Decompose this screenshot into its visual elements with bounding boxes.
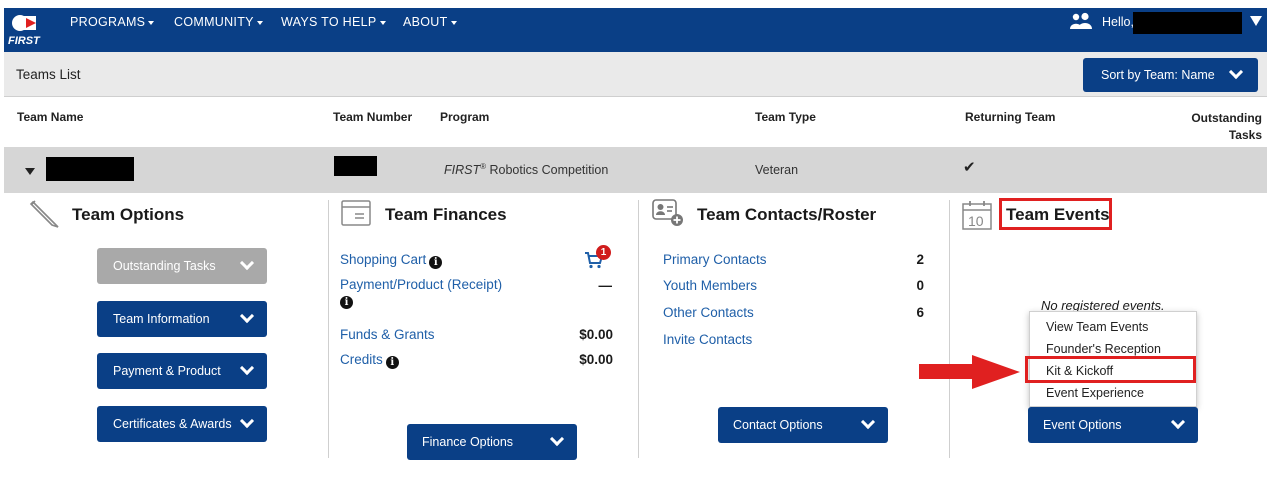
contact-card-icon bbox=[652, 199, 683, 226]
red-arrow-shaft bbox=[919, 364, 974, 379]
payment-receipt-label: Payment/Product (Receipt) bbox=[340, 277, 503, 292]
user-menu-caret-icon[interactable] bbox=[1250, 16, 1262, 26]
chevron-down-icon bbox=[239, 360, 255, 376]
team-information-button[interactable]: Team Information bbox=[97, 301, 267, 337]
info-icon[interactable]: i bbox=[340, 296, 353, 309]
payment-receipt-link[interactable]: Payment/Product (Receipt) i bbox=[340, 277, 540, 309]
primary-contacts-count: 2 bbox=[916, 252, 924, 267]
nav-ways-to-help[interactable]: WAYS TO HELP bbox=[281, 15, 386, 29]
users-icon bbox=[1070, 12, 1092, 29]
credits-link[interactable]: Credits i bbox=[340, 352, 399, 369]
caret-down-icon bbox=[450, 20, 457, 25]
funds-grants-link[interactable]: Funds & Grants bbox=[340, 327, 435, 342]
col-outstanding-line1: Outstanding bbox=[1191, 111, 1262, 125]
caret-down-icon bbox=[256, 20, 263, 25]
youth-members-link[interactable]: Youth Members bbox=[663, 278, 757, 293]
chevron-down-icon bbox=[239, 413, 255, 429]
teams-list-title: Teams List bbox=[16, 67, 81, 82]
shopping-cart-link[interactable]: Shopping Cart i bbox=[340, 252, 443, 269]
team-options-title: Team Options bbox=[72, 205, 185, 224]
credits-value: $0.00 bbox=[579, 352, 613, 367]
redacted-team-name bbox=[46, 157, 134, 181]
certificates-awards-button[interactable]: Certificates & Awards bbox=[97, 406, 267, 442]
event-options-button[interactable]: Event Options bbox=[1028, 407, 1198, 443]
returning-check-icon: ✔ bbox=[963, 159, 976, 176]
program-first: FIRST bbox=[444, 163, 481, 178]
redacted-username bbox=[1133, 12, 1242, 34]
payment-product-label: Payment & Product bbox=[113, 364, 221, 378]
team-information-label: Team Information bbox=[113, 312, 210, 326]
program-name-rest: Robotics Competition bbox=[486, 163, 609, 178]
receipt-icon bbox=[341, 200, 371, 226]
kit-kickoff-highlight-box bbox=[1025, 356, 1196, 383]
chevron-down-icon bbox=[239, 255, 255, 271]
credits-label: Credits bbox=[340, 352, 383, 367]
event-options-label: Event Options bbox=[1043, 418, 1122, 432]
team-type: Veteran bbox=[755, 163, 799, 177]
nav-about-label: ABOUT bbox=[403, 15, 448, 29]
primary-contacts-link[interactable]: Primary Contacts bbox=[663, 252, 767, 267]
payment-product-button[interactable]: Payment & Product bbox=[97, 353, 267, 389]
chevron-down-icon bbox=[1228, 64, 1244, 80]
nav-ways-to-help-label: WAYS TO HELP bbox=[281, 15, 377, 29]
cart-badge: 1 bbox=[596, 245, 611, 260]
menu-item-founders-reception[interactable]: Founder's Reception bbox=[1046, 342, 1161, 356]
payment-value: — bbox=[598, 278, 613, 293]
certificates-awards-label: Certificates & Awards bbox=[113, 417, 232, 431]
chevron-down-icon bbox=[549, 431, 565, 447]
panel-divider bbox=[328, 200, 329, 458]
sort-button-label: Sort by Team: Name bbox=[1101, 68, 1215, 82]
funds-grants-value: $0.00 bbox=[579, 327, 613, 342]
chevron-down-icon bbox=[239, 308, 255, 324]
brand-text: FIRST bbox=[8, 35, 41, 47]
calendar-icon: 10 bbox=[962, 201, 992, 230]
nav-community[interactable]: COMMUNITY bbox=[174, 15, 263, 29]
contact-options-label: Contact Options bbox=[733, 418, 823, 432]
highlight-box bbox=[999, 198, 1112, 230]
col-outstanding-line2: Tasks bbox=[1228, 128, 1262, 142]
nav-community-label: COMMUNITY bbox=[174, 15, 254, 29]
col-returning-team[interactable]: Returning Team bbox=[965, 110, 1055, 124]
info-icon[interactable]: i bbox=[429, 256, 443, 269]
menu-item-event-experience[interactable]: Event Experience bbox=[1046, 386, 1144, 400]
expand-triangle-icon[interactable] bbox=[25, 168, 35, 175]
col-team-type[interactable]: Team Type bbox=[755, 110, 816, 124]
youth-members-count: 0 bbox=[916, 278, 924, 293]
invite-contacts-link[interactable]: Invite Contacts bbox=[663, 332, 752, 347]
caret-down-icon bbox=[148, 20, 155, 25]
other-contacts-link[interactable]: Other Contacts bbox=[663, 305, 754, 320]
contact-options-button[interactable]: Contact Options bbox=[718, 407, 888, 443]
outstanding-tasks-button[interactable]: Outstanding Tasks bbox=[97, 248, 267, 284]
shopping-cart-label: Shopping Cart bbox=[340, 252, 427, 267]
calendar-day-number: 10 bbox=[968, 213, 984, 229]
redacted-team-number bbox=[334, 156, 377, 176]
finance-options-label: Finance Options bbox=[422, 435, 514, 449]
panel-divider bbox=[638, 200, 639, 458]
finance-options-button[interactable]: Finance Options bbox=[407, 424, 577, 460]
col-program[interactable]: Program bbox=[440, 110, 489, 124]
col-team-number[interactable]: Team Number bbox=[333, 110, 412, 124]
other-contacts-count: 6 bbox=[916, 305, 924, 320]
team-row[interactable] bbox=[4, 147, 1267, 193]
menu-item-view-team-events[interactable]: View Team Events bbox=[1046, 320, 1148, 334]
col-outstanding-tasks[interactable]: Outstanding Tasks bbox=[1180, 110, 1262, 144]
nav-about[interactable]: ABOUT bbox=[403, 15, 457, 29]
first-logo-icon[interactable]: FIRST bbox=[7, 11, 43, 49]
nav-programs-label: PROGRAMS bbox=[70, 15, 146, 29]
caret-down-icon bbox=[379, 20, 386, 25]
chevron-down-icon bbox=[860, 414, 876, 430]
info-icon[interactable]: i bbox=[385, 356, 399, 369]
pencil-icon bbox=[29, 200, 59, 228]
team-contacts-title: Team Contacts/Roster bbox=[697, 205, 877, 224]
panel-divider bbox=[949, 200, 950, 458]
teams-list-header: Teams List bbox=[4, 52, 1267, 97]
chevron-down-icon bbox=[1170, 414, 1186, 430]
col-team-name[interactable]: Team Name bbox=[17, 110, 83, 124]
nav-programs[interactable]: PROGRAMS bbox=[70, 15, 155, 29]
red-arrow-icon bbox=[972, 355, 1020, 389]
outstanding-tasks-label: Outstanding Tasks bbox=[113, 259, 216, 273]
sort-button[interactable]: Sort by Team: Name bbox=[1083, 58, 1258, 92]
team-finances-title: Team Finances bbox=[385, 205, 507, 224]
team-program: FIRST® Robotics Competition bbox=[444, 162, 608, 177]
